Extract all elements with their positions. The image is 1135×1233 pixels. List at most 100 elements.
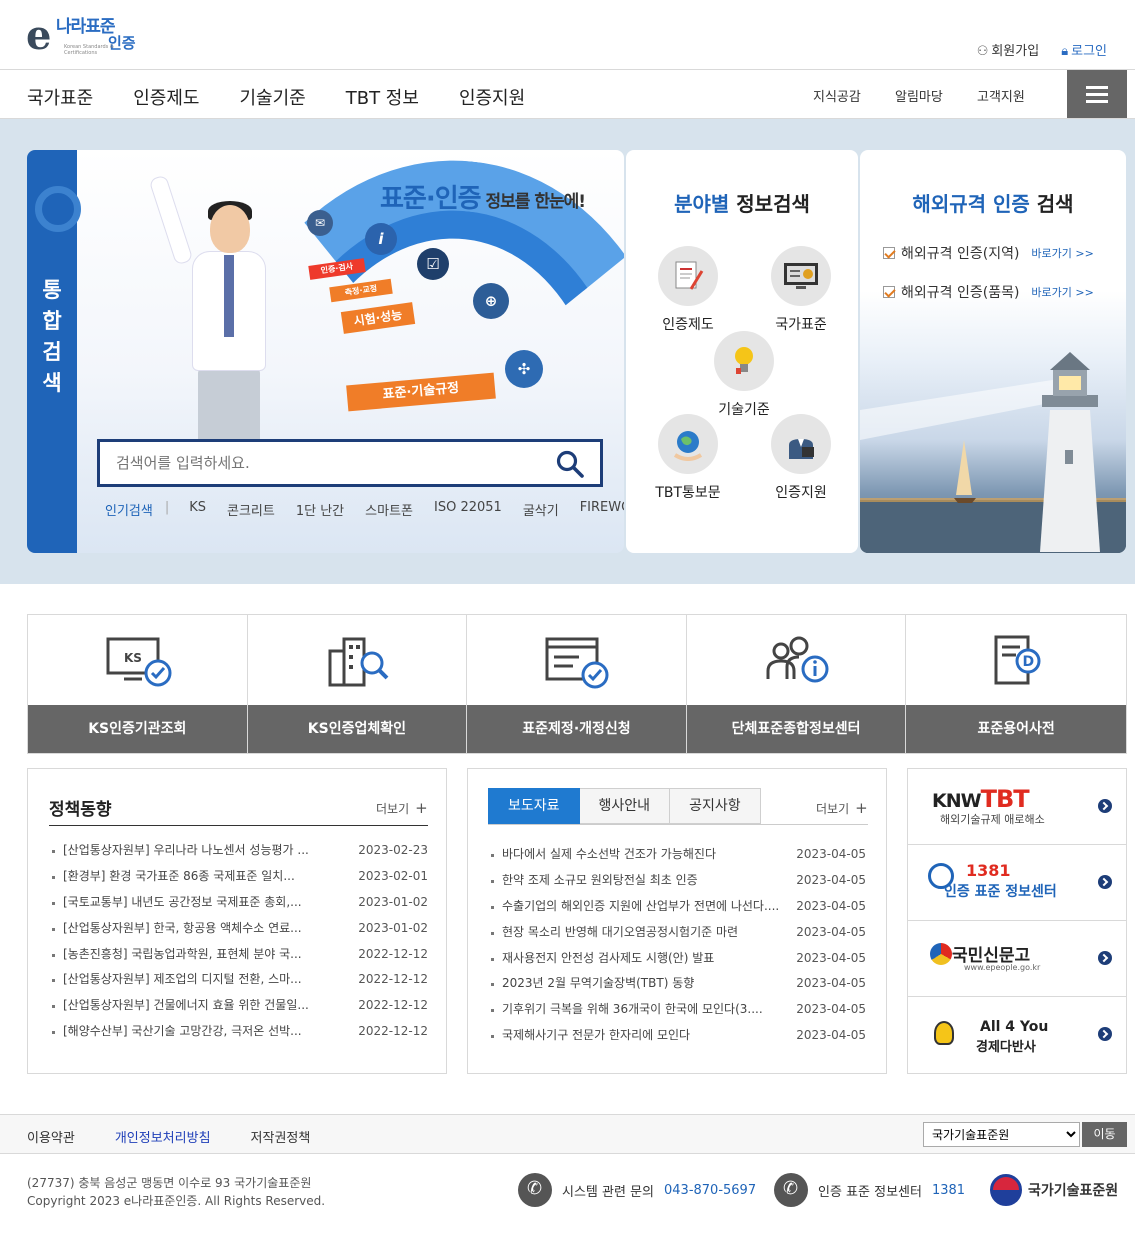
field-item-national-standard[interactable]: 국가표준 <box>756 246 846 334</box>
lock-icon: 🔒︎ <box>1061 44 1069 59</box>
nav-knowledge[interactable]: 지식공감 <box>813 86 895 105</box>
field-item-cert-support[interactable]: 인증지원 <box>756 414 846 502</box>
kats-logo[interactable]: 국가기술표준원 <box>990 1174 1118 1206</box>
nav-tbt-info[interactable]: TBT 정보 <box>346 84 419 110</box>
popular-keywords: 인기검색 | KS 콘크리트 1단 난간 스마트폰 ISO 22051 굴삭기 … <box>105 500 624 519</box>
list-item[interactable]: [해양수산부] 국산기술 고망간강, 극저온 선박... 2022-12-12 <box>49 1019 428 1045</box>
nav-customer[interactable]: 고객지원 <box>977 86 1059 105</box>
foreign-region-row: 해외규격 인증(지역) 바로가기 >> <box>883 243 1094 263</box>
join-link[interactable]: ⚇ 회원가입 <box>977 40 1040 59</box>
quick-ks-company[interactable]: KS인증업체확인 <box>247 615 468 753</box>
svg-text:KS: KS <box>124 651 142 665</box>
list-item[interactable]: [산업통상자원부] 건물에너지 효율 위한 건물일... 2022-12-12 <box>49 993 428 1019</box>
list-item[interactable]: 바다에서 실제 수소선박 건조가 가능해진다 2023-04-05 <box>488 842 866 868</box>
list-item[interactable]: [국토교통부] 내년도 공간정보 국제표준 총회,... 2023-01-02 <box>49 890 428 916</box>
keyword-link[interactable]: ISO 22051 <box>434 500 502 519</box>
hero-title: 표준·인증 정보를 한눈에! <box>380 178 586 215</box>
item-title: 국제해사기구 전문가 한자리에 모인다 <box>488 1023 690 1049</box>
terms-link[interactable]: 이용약관 <box>27 1127 75 1146</box>
login-label: 로그인 <box>1071 44 1107 59</box>
keyword-link[interactable]: FIREWORKS <box>580 500 624 519</box>
item-title: 재사용전지 안전성 검사제도 시행(안) 발표 <box>488 946 714 972</box>
list-item[interactable]: 국제해사기구 전문가 한자리에 모인다 2023-04-05 <box>488 1023 866 1049</box>
list-item[interactable]: 현장 목소리 반영해 대기오염공정시험기준 마련 2023-04-05 <box>488 920 866 946</box>
quick-standard-request[interactable]: 표준제정·개정신청 <box>467 615 687 753</box>
item-title: 한약 조제 소규모 원외탕전실 최초 인증 <box>488 868 698 894</box>
banner-knowtbt[interactable]: KNWTBT 해외기술규제 애로해소 <box>908 769 1126 845</box>
knowtbt-logo: KNWTBT <box>932 785 1030 813</box>
footer-bar: 이용약관 개인정보처리방침 저작권정책 국가기술표준원 이동 <box>0 1114 1135 1154</box>
item-title: 수출기업의 해외인증 지원에 산업부가 전면에 나선다.... <box>488 894 779 920</box>
nav-technical-standards[interactable]: 기술기준 <box>240 84 306 110</box>
field-item-tbt-notice[interactable]: TBT통보문 <box>643 414 733 502</box>
join-label: 회원가입 <box>991 44 1040 59</box>
item-date: 2023-02-23 <box>358 843 428 857</box>
more-label: 더보기 <box>816 802 850 816</box>
login-link[interactable]: 🔒︎ 로그인 <box>1061 40 1107 59</box>
hamburger-menu-icon[interactable] <box>1067 70 1127 118</box>
plus-icon: + <box>855 799 868 817</box>
go-button[interactable]: 이동 <box>1082 1122 1127 1147</box>
field-item-certification[interactable]: 인증제도 <box>643 246 733 334</box>
item-date: 2022-12-12 <box>358 1024 428 1039</box>
quick-ks-cert-body[interactable]: KS KS인증기관조회 <box>28 615 248 753</box>
list-item[interactable]: 수출기업의 해외인증 지원에 산업부가 전면에 나선다.... 2023-04-0… <box>488 894 866 920</box>
list-item[interactable]: [산업통상자원부] 한국, 항공용 액체수소 연료... 2023-01-02 <box>49 916 428 942</box>
keyword-link[interactable]: KS <box>189 500 206 519</box>
search-icon[interactable] <box>556 450 584 478</box>
banner-epeople[interactable]: 국민신문고 www.epeople.go.kr <box>908 921 1126 997</box>
arrow-right-icon <box>1098 799 1112 813</box>
keyword-link[interactable]: 1단 난간 <box>296 500 344 519</box>
keyword-link[interactable]: 콘크리트 <box>227 500 275 519</box>
policy-more-link[interactable]: 더보기 + <box>376 799 428 817</box>
banner-all4you[interactable]: All 4 You 경제다반사 <box>908 997 1126 1073</box>
foreign-region-link[interactable]: 바로가기 >> <box>1031 245 1093 261</box>
nav-notice[interactable]: 알림마당 <box>895 86 977 105</box>
nav-certification[interactable]: 인증제도 <box>133 84 199 110</box>
quick-group-standard-center[interactable]: 단체표준종합정보센터 <box>686 615 907 753</box>
svg-text:D: D <box>1023 654 1035 670</box>
related-site-select[interactable]: 국가기술표준원 <box>923 1122 1080 1147</box>
divider: | <box>164 500 170 515</box>
press-tabs: 보도자료 행사안내 공지사항 <box>488 788 761 824</box>
all4you-title: All 4 You <box>980 1019 1049 1035</box>
item-title: [국토교통부] 내년도 공간정보 국제표준 총회,... <box>49 890 302 916</box>
list-item[interactable]: [환경부] 환경 국가표준 86종 국제표준 일치... 2023-02-01 <box>49 864 428 890</box>
list-item[interactable]: 재사용전지 안전성 검사제도 시행(안) 발표 2023-04-05 <box>488 946 866 972</box>
field-item-technical-standard[interactable]: 기술기준 <box>699 331 789 419</box>
item-title: [산업통상자원부] 제조업의 디지털 전환, 스마... <box>49 967 302 993</box>
list-item[interactable]: 기후위기 극복을 위해 36개국이 한국에 모인다(3.... 2023-04-0… <box>488 997 866 1023</box>
copyright-policy-link[interactable]: 저작권정책 <box>251 1127 311 1146</box>
policy-board: 정책동향 더보기 + [산업통상자원부] 우리나라 나노센서 성능평가 ... 20… <box>27 768 447 1074</box>
keyword-link[interactable]: 스마트폰 <box>365 500 413 519</box>
foreign-item-link[interactable]: 바로가기 >> <box>1031 284 1093 300</box>
item-date: 2022-12-12 <box>358 946 428 961</box>
item-title: [환경부] 환경 국가표준 86종 국제표준 일치... <box>49 864 295 890</box>
checkbox-icon <box>883 286 895 298</box>
search-input[interactable] <box>100 442 540 484</box>
banner-1381[interactable]: 1381 인증 표준 정보센터 <box>908 845 1126 921</box>
item-date: 2023-01-02 <box>358 894 428 909</box>
press-more-link[interactable]: 더보기 + <box>816 799 868 817</box>
nav-national-standards[interactable]: 국가표준 <box>27 84 93 110</box>
tab-press-release[interactable]: 보도자료 <box>488 788 580 824</box>
contact-system-label: 시스템 관련 문의 <box>562 1184 654 1200</box>
item-title: [해양수산부] 국산기술 고망간강, 극저온 선박... <box>49 1019 302 1045</box>
privacy-link[interactable]: 개인정보처리방침 <box>115 1127 211 1146</box>
list-item[interactable]: [산업통상자원부] 제조업의 디지털 전환, 스마... 2022-12-12 <box>49 967 428 993</box>
main-nav: 국가표준 인증제도 기술기준 TBT 정보 인증지원 지식공감 알림마당 고객지… <box>0 70 1135 119</box>
monitor-chart-icon <box>771 246 831 306</box>
site-logo[interactable]: e 나라표준 인증 Korean Standards & Certificati… <box>26 12 166 58</box>
quick-terms-dictionary[interactable]: D 표준용어사전 <box>906 615 1126 753</box>
tab-notices[interactable]: 공지사항 <box>670 788 761 824</box>
tab-events[interactable]: 행사안내 <box>579 788 671 824</box>
list-item[interactable]: [산업통상자원부] 우리나라 나노센서 성능평가 ... 2023-02-23 <box>49 838 428 864</box>
list-item[interactable]: [농촌진흥청] 국립농업과학원, 표현체 분야 국... 2022-12-12 <box>49 942 428 968</box>
item-date: 2023-04-05 <box>796 950 866 965</box>
divider <box>49 825 428 826</box>
list-item[interactable]: 한약 조제 소규모 원외탕전실 최초 인증 2023-04-05 <box>488 868 866 894</box>
list-item[interactable]: 2023년 2월 무역기술장벽(TBT) 동향 2023-04-05 <box>488 971 866 997</box>
nav-cert-support[interactable]: 인증지원 <box>459 84 525 110</box>
keyword-link[interactable]: 굴삭기 <box>523 500 559 519</box>
checkbox-icon <box>883 247 895 259</box>
